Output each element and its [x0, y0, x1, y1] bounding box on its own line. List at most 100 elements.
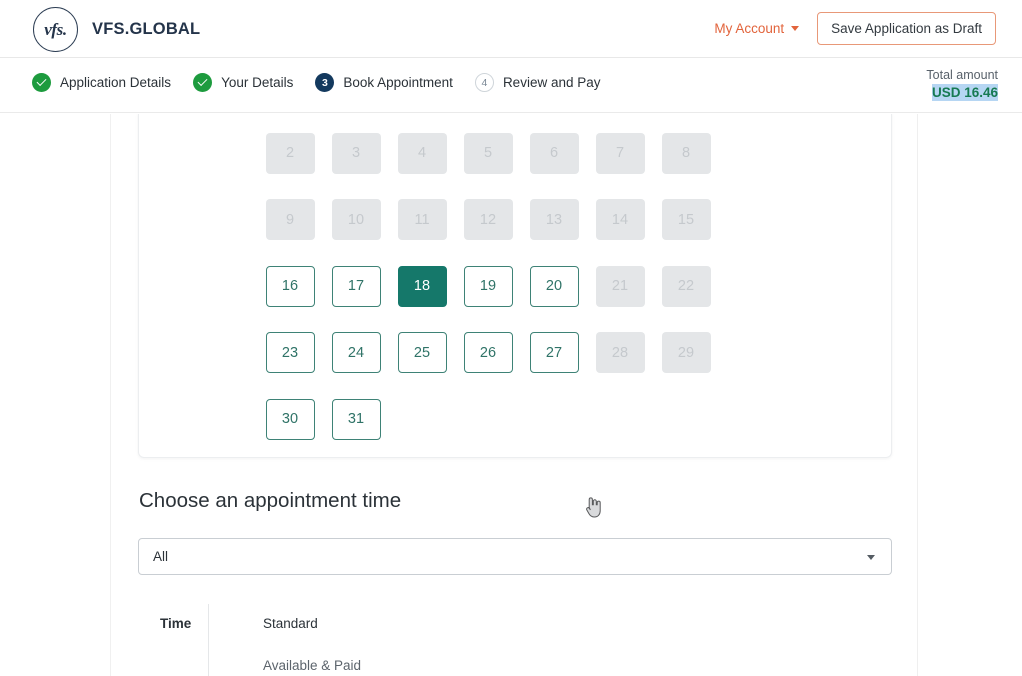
- my-account-label: My Account: [714, 21, 785, 36]
- calendar-day-21: 21: [595, 265, 645, 307]
- availability-label: Available & Paid: [263, 657, 362, 673]
- step-4-label: Review and Pay: [502, 75, 601, 90]
- calendar-day-empty: [464, 399, 513, 440]
- choose-appointment-time-title: Choose an appointment time: [139, 489, 402, 512]
- column-header-standard: Standard: [263, 616, 318, 631]
- stepper-steps: Application Details Your Details 3 Book …: [32, 73, 623, 92]
- calendar-cell-wrap: 22: [653, 253, 719, 320]
- calendar-day-2: 2: [265, 132, 315, 174]
- calendar-day-14: 14: [595, 199, 645, 241]
- calendar-cell-wrap: [587, 386, 653, 453]
- calendar-cell-wrap: [389, 386, 455, 453]
- calendar-day-24[interactable]: 24: [331, 332, 381, 374]
- table-header-row: Time Standard: [138, 602, 892, 645]
- calendar-day-7: 7: [595, 132, 645, 174]
- calendar-day-31[interactable]: 31: [331, 398, 381, 440]
- calendar-day-25[interactable]: 25: [397, 332, 447, 374]
- calendar-cell-wrap: 26: [455, 320, 521, 387]
- calendar-cell-wrap: [521, 386, 587, 453]
- step-3-label: Book Appointment: [343, 75, 453, 90]
- calendar-day-6: 6: [529, 132, 579, 174]
- calendar-cell-wrap: 18: [389, 253, 455, 320]
- page-content: 2 3 4 5 6 7 8 9 10 11 12 13 14 15 16 17 18 19 20 21 22 23 24 25…: [0, 114, 1022, 676]
- brand-logo[interactable]: vfs. VFS.GLOBAL: [33, 7, 200, 52]
- calendar-day-17[interactable]: 17: [331, 265, 381, 307]
- calendar-cell-wrap: 10: [323, 187, 389, 254]
- column-header-time: Time: [160, 616, 192, 631]
- content-column: 2 3 4 5 6 7 8 9 10 11 12 13 14 15 16 17 18 19 20 21 22 23 24 25…: [110, 114, 918, 676]
- calendar-cell-wrap: 28: [587, 320, 653, 387]
- total-amount-box: Total amount USD 16.46: [926, 67, 998, 102]
- my-account-menu[interactable]: My Account: [714, 21, 803, 36]
- calendar-cell-wrap: 29: [653, 320, 719, 387]
- calendar-cell-wrap: 23: [257, 320, 323, 387]
- calendar-day-22: 22: [661, 265, 711, 307]
- calendar-cell-wrap: 2: [257, 120, 323, 187]
- calendar-day-15: 15: [661, 199, 711, 241]
- calendar-cell-wrap: 20: [521, 253, 587, 320]
- calendar-day-30[interactable]: 30: [265, 398, 315, 440]
- step-1-label: Application Details: [60, 75, 172, 90]
- pointer-hand-cursor: [583, 495, 603, 519]
- calendar-cell-wrap: 25: [389, 320, 455, 387]
- calendar-cell-wrap: 27: [521, 320, 587, 387]
- calendar-cell-wrap: 13: [521, 187, 587, 254]
- calendar-day-9: 9: [265, 199, 315, 241]
- calendar-day-empty: [530, 399, 579, 440]
- content-inner: 2 3 4 5 6 7 8 9 10 11 12 13 14 15 16 17 18 19 20 21 22 23 24 25…: [138, 114, 892, 676]
- step-2-check-icon: [193, 73, 213, 92]
- calendar-cell-wrap: 31: [323, 386, 389, 453]
- calendar-cell-wrap: 8: [653, 120, 719, 187]
- calendar-day-19[interactable]: 19: [463, 265, 513, 307]
- calendar-cell-wrap: 24: [323, 320, 389, 387]
- chevron-down-icon: [867, 555, 875, 560]
- calendar-cell-wrap: 30: [257, 386, 323, 453]
- calendar-cell-wrap: 17: [323, 253, 389, 320]
- calendar-cell-wrap: 9: [257, 187, 323, 254]
- calendar-cell-wrap: 21: [587, 253, 653, 320]
- step-your-details[interactable]: Your Details: [193, 73, 293, 92]
- calendar-cell-wrap: 5: [455, 120, 521, 187]
- calendar-day-5: 5: [463, 132, 513, 174]
- calendar-day-11: 11: [397, 199, 447, 241]
- calendar-day-10: 10: [331, 199, 381, 241]
- appointment-slots-table: Time Standard Available & Paid: [138, 602, 892, 676]
- total-amount-label: Total amount: [926, 68, 998, 82]
- calendar-day-29: 29: [661, 332, 711, 374]
- step-4-number-badge: 4: [474, 73, 494, 92]
- save-application-as-draft-button[interactable]: Save Application as Draft: [817, 12, 996, 45]
- calendar-cell-wrap: 11: [389, 187, 455, 254]
- calendar-cell-wrap: 12: [455, 187, 521, 254]
- step-review-and-pay[interactable]: 4 Review and Pay: [474, 73, 601, 92]
- step-application-details[interactable]: Application Details: [32, 73, 171, 92]
- calendar-cell-wrap: 6: [521, 120, 587, 187]
- calendar-day-16[interactable]: 16: [265, 265, 315, 307]
- calendar-day-8: 8: [661, 132, 711, 174]
- calendar-cell-wrap: 3: [323, 120, 389, 187]
- logo-mark-text: vfs.: [44, 19, 67, 39]
- calendar-day-26[interactable]: 26: [463, 332, 513, 374]
- step-book-appointment[interactable]: 3 Book Appointment: [315, 73, 453, 92]
- calendar-day-4: 4: [397, 132, 447, 174]
- calendar-day-20[interactable]: 20: [529, 265, 579, 307]
- calendar-day-18[interactable]: 18: [397, 265, 447, 307]
- brand-name: VFS.GLOBAL: [92, 20, 201, 38]
- total-amount-value: USD 16.46: [931, 84, 998, 101]
- calendar-day-27[interactable]: 27: [529, 332, 579, 374]
- appointment-time-filter-select[interactable]: All: [138, 538, 892, 575]
- calendar-day-23[interactable]: 23: [265, 332, 315, 374]
- table-subheader-row: Available & Paid: [138, 645, 892, 676]
- progress-stepper-bar: Application Details Your Details 3 Book …: [0, 58, 1022, 113]
- calendar-day-empty: [662, 399, 711, 440]
- calendar-cell-wrap: 19: [455, 253, 521, 320]
- calendar-cell-wrap: [455, 386, 521, 453]
- step-3-number-badge: 3: [315, 73, 335, 92]
- calendar-day-28: 28: [595, 332, 645, 374]
- calendar-day-empty: [398, 399, 447, 440]
- calendar-cell-wrap: 4: [389, 120, 455, 187]
- calendar-cell-wrap: 16: [257, 253, 323, 320]
- calendar-cell-wrap: 15: [653, 187, 719, 254]
- calendar-cell-wrap: [653, 386, 719, 453]
- step-1-check-icon: [32, 73, 51, 92]
- header-actions: My Account Save Application as Draft: [714, 12, 996, 45]
